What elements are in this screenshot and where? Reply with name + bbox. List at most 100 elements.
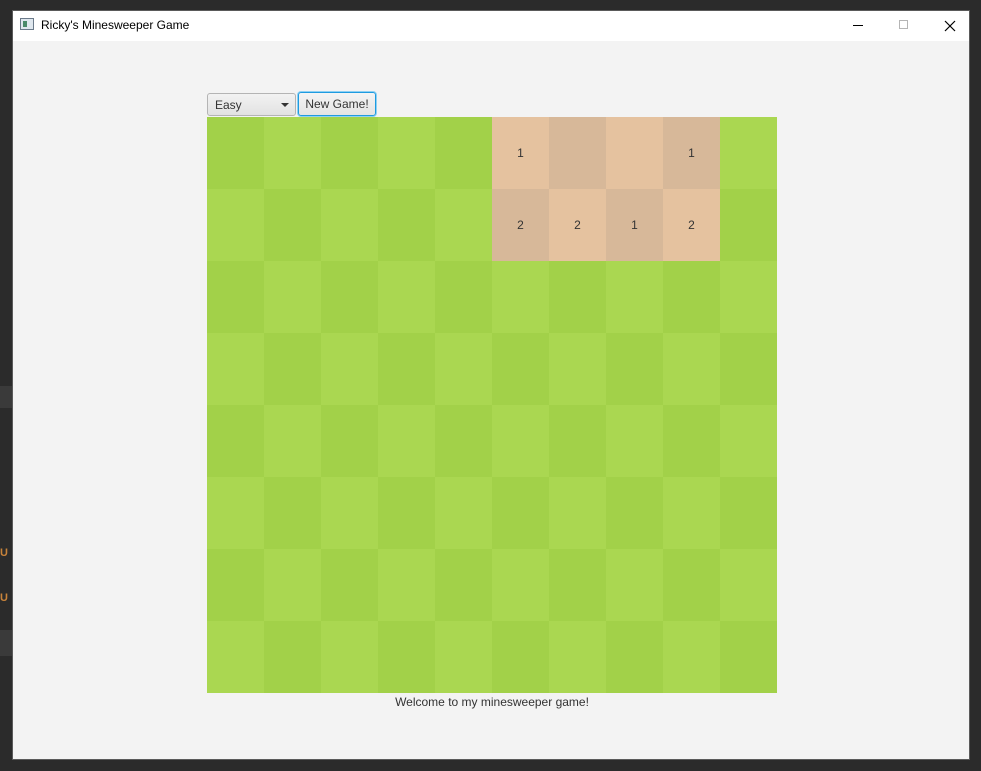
maximize-button[interactable] (881, 11, 927, 41)
hidden-tile[interactable] (264, 477, 321, 549)
status-message: Welcome to my minesweeper game! (395, 695, 589, 709)
hidden-tile[interactable] (435, 189, 492, 261)
difficulty-select[interactable]: Easy (207, 93, 296, 116)
hidden-tile[interactable] (207, 189, 264, 261)
hidden-tile[interactable] (321, 549, 378, 621)
hidden-tile[interactable] (720, 621, 777, 693)
close-icon (944, 20, 956, 32)
hidden-tile[interactable] (207, 405, 264, 477)
hidden-tile[interactable] (264, 261, 321, 333)
hidden-tile[interactable] (264, 117, 321, 189)
hidden-tile[interactable] (720, 261, 777, 333)
hidden-tile[interactable] (720, 477, 777, 549)
tile-number: 2 (517, 218, 524, 232)
hidden-tile[interactable] (321, 261, 378, 333)
revealed-tile[interactable]: 2 (663, 189, 720, 261)
hidden-tile[interactable] (549, 477, 606, 549)
hidden-tile[interactable] (207, 549, 264, 621)
hidden-tile[interactable] (492, 549, 549, 621)
revealed-tile[interactable]: 1 (606, 189, 663, 261)
hidden-tile[interactable] (492, 477, 549, 549)
hidden-tile[interactable] (321, 621, 378, 693)
revealed-tile[interactable]: 1 (492, 117, 549, 189)
chevron-down-icon (281, 103, 289, 107)
hidden-tile[interactable] (207, 477, 264, 549)
hidden-tile[interactable] (606, 621, 663, 693)
revealed-tile[interactable]: 1 (663, 117, 720, 189)
hidden-tile[interactable] (378, 621, 435, 693)
hidden-tile[interactable] (264, 405, 321, 477)
hidden-tile[interactable] (663, 261, 720, 333)
hidden-tile[interactable] (378, 117, 435, 189)
hidden-tile[interactable] (207, 333, 264, 405)
difficulty-value: Easy (215, 98, 242, 112)
hidden-tile[interactable] (435, 333, 492, 405)
hidden-tile[interactable] (549, 549, 606, 621)
hidden-tile[interactable] (321, 333, 378, 405)
title-bar[interactable]: Ricky's Minesweeper Game (13, 11, 969, 41)
hidden-tile[interactable] (207, 261, 264, 333)
hidden-tile[interactable] (378, 333, 435, 405)
tile-number: 2 (574, 218, 581, 232)
hidden-tile[interactable] (606, 477, 663, 549)
hidden-tile[interactable] (264, 189, 321, 261)
hidden-tile[interactable] (549, 621, 606, 693)
hidden-tile[interactable] (492, 261, 549, 333)
revealed-tile[interactable] (606, 117, 663, 189)
hidden-tile[interactable] (663, 621, 720, 693)
background-glyph: U (0, 547, 8, 559)
window-title: Ricky's Minesweeper Game (41, 18, 190, 32)
hidden-tile[interactable] (435, 117, 492, 189)
minimize-button[interactable] (835, 11, 881, 41)
hidden-tile[interactable] (606, 549, 663, 621)
hidden-tile[interactable] (720, 189, 777, 261)
revealed-tile[interactable]: 2 (492, 189, 549, 261)
hidden-tile[interactable] (435, 405, 492, 477)
hidden-tile[interactable] (264, 333, 321, 405)
hidden-tile[interactable] (378, 477, 435, 549)
revealed-tile[interactable]: 2 (549, 189, 606, 261)
hidden-tile[interactable] (492, 333, 549, 405)
background-strip (0, 630, 12, 656)
hidden-tile[interactable] (720, 405, 777, 477)
hidden-tile[interactable] (435, 261, 492, 333)
close-button[interactable] (927, 11, 973, 41)
hidden-tile[interactable] (321, 405, 378, 477)
tile-number: 1 (631, 218, 638, 232)
hidden-tile[interactable] (492, 621, 549, 693)
hidden-tile[interactable] (549, 261, 606, 333)
hidden-tile[interactable] (378, 189, 435, 261)
tile-number: 1 (688, 146, 695, 160)
revealed-tile[interactable] (549, 117, 606, 189)
hidden-tile[interactable] (720, 549, 777, 621)
background-strip (0, 386, 12, 408)
hidden-tile[interactable] (663, 549, 720, 621)
hidden-tile[interactable] (321, 477, 378, 549)
tile-number: 2 (688, 218, 695, 232)
hidden-tile[interactable] (606, 405, 663, 477)
hidden-tile[interactable] (663, 333, 720, 405)
hidden-tile[interactable] (492, 405, 549, 477)
hidden-tile[interactable] (435, 621, 492, 693)
hidden-tile[interactable] (378, 549, 435, 621)
hidden-tile[interactable] (606, 333, 663, 405)
hidden-tile[interactable] (435, 549, 492, 621)
new-game-button[interactable]: New Game! (298, 92, 376, 116)
hidden-tile[interactable] (606, 261, 663, 333)
hidden-tile[interactable] (264, 549, 321, 621)
hidden-tile[interactable] (264, 621, 321, 693)
hidden-tile[interactable] (321, 189, 378, 261)
hidden-tile[interactable] (207, 117, 264, 189)
hidden-tile[interactable] (720, 117, 777, 189)
app-window: Ricky's Minesweeper Game Easy New Game! … (12, 10, 970, 760)
hidden-tile[interactable] (720, 333, 777, 405)
hidden-tile[interactable] (549, 405, 606, 477)
hidden-tile[interactable] (378, 261, 435, 333)
hidden-tile[interactable] (321, 117, 378, 189)
hidden-tile[interactable] (207, 621, 264, 693)
hidden-tile[interactable] (435, 477, 492, 549)
hidden-tile[interactable] (663, 477, 720, 549)
hidden-tile[interactable] (663, 405, 720, 477)
hidden-tile[interactable] (378, 405, 435, 477)
hidden-tile[interactable] (549, 333, 606, 405)
